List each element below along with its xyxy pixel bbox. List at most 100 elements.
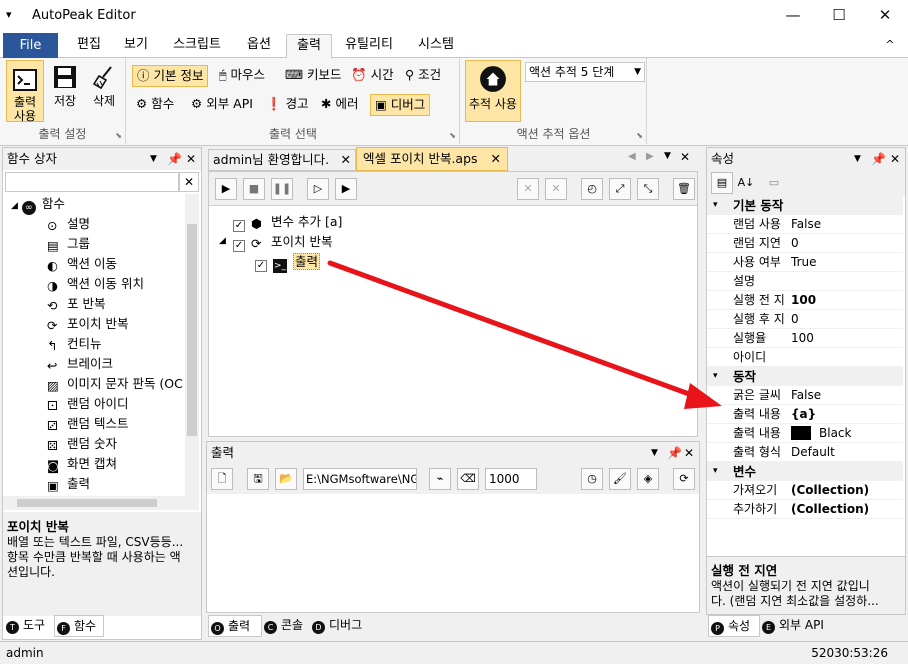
tab-utility[interactable]: 유틸리티 — [338, 34, 400, 58]
output-function-toggle[interactable]: ⚙ 함수 — [132, 94, 178, 116]
output-time-toggle[interactable]: ⏰ 시간 — [347, 65, 398, 87]
function-item[interactable]: ◐ 액션 이동 — [47, 254, 117, 274]
pin-icon[interactable]: 📌 — [167, 148, 182, 170]
vertical-scrollbar[interactable] — [185, 194, 199, 496]
system-menu-icon[interactable]: ▾ — [6, 8, 12, 21]
script-node-print[interactable]: ✓ >_ 출력 — [255, 252, 321, 273]
brush-icon[interactable]: 🖌 — [609, 468, 631, 490]
horizontal-scrollbar[interactable] — [3, 496, 199, 510]
property-row[interactable]: 랜덤 지연 0 — [707, 234, 903, 253]
print-use-button[interactable]: 출력 사용 — [6, 60, 44, 123]
output-debug-toggle[interactable]: ▣ 디버그 — [370, 94, 431, 116]
tab-file[interactable]: File — [3, 33, 58, 58]
property-row[interactable]: 추가하기 (Collection) — [707, 500, 903, 519]
checkbox[interactable]: ✓ — [233, 220, 245, 232]
expand-icon[interactable]: ◢ — [219, 236, 226, 246]
close-icon[interactable]: ✕ — [890, 148, 900, 170]
property-pages-icon[interactable]: ▭ — [763, 172, 785, 194]
trace-use-button[interactable]: 추적 사용 — [465, 60, 521, 122]
dropdown-icon[interactable]: ▼ — [854, 148, 861, 170]
open-folder-button[interactable]: 📂 — [275, 468, 297, 490]
property-value[interactable]: True — [791, 253, 817, 272]
pause-button[interactable]: ❚❚ — [271, 178, 293, 200]
expand-icon[interactable]: ◢ — [11, 201, 18, 211]
run-selected-button[interactable]: ▶ — [335, 178, 357, 200]
property-value[interactable]: False — [791, 386, 821, 405]
save-log-button[interactable]: 🖫 — [247, 468, 269, 490]
tab-output-log[interactable]: O 출력 — [208, 615, 262, 637]
minimize-button[interactable]: — — [770, 0, 816, 31]
function-item[interactable]: ▣ 출력 — [47, 474, 90, 494]
scrollbar-thumb[interactable] — [187, 224, 197, 436]
property-row[interactable]: 출력 내용 {a} — [707, 405, 903, 424]
trash-icon[interactable]: 🗑 — [673, 178, 695, 200]
function-item[interactable]: ⟳ 포이치 반복 — [47, 314, 128, 334]
property-row[interactable]: 출력 내용 Black — [707, 424, 903, 443]
scrollbar-thumb[interactable] — [17, 499, 157, 507]
property-value[interactable]: {a} — [791, 405, 816, 424]
tab-functions[interactable]: F 함수 — [54, 615, 104, 637]
property-value[interactable]: 100 — [791, 291, 816, 310]
scroll-right-icon[interactable]: ▶ — [646, 151, 654, 162]
scroll-left-icon[interactable]: ◀ — [628, 151, 636, 162]
categorized-icon[interactable]: ▤ — [711, 172, 733, 194]
tab-system[interactable]: 시스템 — [408, 34, 464, 58]
collapse-icon[interactable]: ▾ — [713, 367, 718, 386]
tab-console[interactable]: C 콘솔 — [262, 615, 310, 637]
tab-external-api[interactable]: E 외부 API — [760, 615, 832, 637]
property-row[interactable]: 굵은 글씨 False — [707, 386, 903, 405]
clock-icon[interactable]: ◴ — [581, 178, 603, 200]
new-log-button[interactable]: 🗋 — [211, 468, 233, 490]
close-icon[interactable]: ✕ — [186, 148, 196, 170]
save-button[interactable]: 저장 — [48, 60, 82, 122]
eraser-button[interactable]: ⌫ — [457, 468, 479, 490]
maximize-button[interactable]: ☐ — [816, 0, 862, 31]
close-button[interactable]: ✕ — [862, 0, 908, 31]
property-row[interactable]: 아이디 — [707, 348, 903, 367]
collapse-icon[interactable]: ▾ — [713, 462, 718, 481]
delete-all-button[interactable]: ✕ — [545, 178, 567, 200]
tab-output[interactable]: 출력 — [286, 34, 332, 59]
property-value[interactable]: 0 — [791, 234, 799, 253]
property-value[interactable]: (Collection) — [791, 481, 869, 500]
function-item[interactable]: ⚄ 랜덤 숫자 — [47, 434, 117, 454]
doc-tab-welcome[interactable]: admin님 환영합니다. ✕ — [208, 149, 356, 171]
property-value[interactable]: False — [791, 215, 821, 234]
collapse-icon[interactable]: ⤡ — [637, 178, 659, 200]
tab-view[interactable]: 보기 — [114, 34, 158, 58]
property-row[interactable]: 실행 전 지 100 — [707, 291, 903, 310]
pin-icon[interactable]: 📌 — [871, 148, 886, 170]
tab-properties[interactable]: P 속성 — [708, 615, 760, 637]
property-value[interactable]: 100 — [791, 329, 814, 348]
tree-root-functions[interactable]: ◢ ∞ 함수 — [11, 194, 65, 215]
script-node-add-variable[interactable]: ✓ ⬢ 변수 추가 [a] — [233, 212, 342, 232]
property-row[interactable]: 랜덤 사용 False — [707, 215, 903, 234]
property-value[interactable]: (Collection) — [791, 500, 869, 519]
expand-icon[interactable]: ⤢ — [609, 178, 631, 200]
script-node-foreach[interactable]: ✓ ⟳ 포이치 반복 — [233, 232, 332, 252]
function-item[interactable]: ◑ 액션 이동 위치 — [47, 274, 144, 294]
dropdown-icon[interactable]: ▼ — [150, 148, 157, 170]
dropdown-icon[interactable]: ▼ — [651, 442, 658, 464]
clock-icon[interactable]: ◷ — [581, 468, 603, 490]
property-category[interactable]: ▾ 동작 — [707, 367, 903, 386]
log-path-input[interactable]: E:\NGMsoftware\NG — [303, 468, 417, 490]
close-icon[interactable]: ✕ — [680, 150, 690, 164]
function-item[interactable]: ↰ 컨티뉴 — [47, 334, 102, 354]
dialog-launcher-icon[interactable]: ⬊ — [449, 131, 456, 140]
property-row[interactable]: 실행 후 지 0 — [707, 310, 903, 329]
step-button[interactable]: ▷ — [307, 178, 329, 200]
dialog-launcher-icon[interactable]: ⬊ — [636, 131, 643, 140]
property-row[interactable]: 가져오기 (Collection) — [707, 481, 903, 500]
function-item[interactable]: ▨ 이미지 문자 판독 (OC — [47, 374, 183, 394]
output-warning-toggle[interactable]: ❗ 경고 — [262, 94, 313, 116]
stop-button[interactable]: ■ — [243, 178, 265, 200]
tab-tools[interactable]: T 도구 — [4, 615, 52, 637]
delete-button[interactable]: 삭제 — [86, 60, 122, 122]
function-item[interactable]: ◙ 화면 캡쳐 — [47, 454, 117, 474]
function-item[interactable]: ⚀ 랜덤 아이디 — [47, 394, 128, 414]
clear-broom-button[interactable]: ⌁ — [429, 468, 451, 490]
paint-bucket-icon[interactable]: ◈ — [637, 468, 659, 490]
collapse-ribbon-icon[interactable]: ^ — [880, 34, 900, 58]
output-error-toggle[interactable]: ✱ 에러 — [317, 94, 362, 116]
